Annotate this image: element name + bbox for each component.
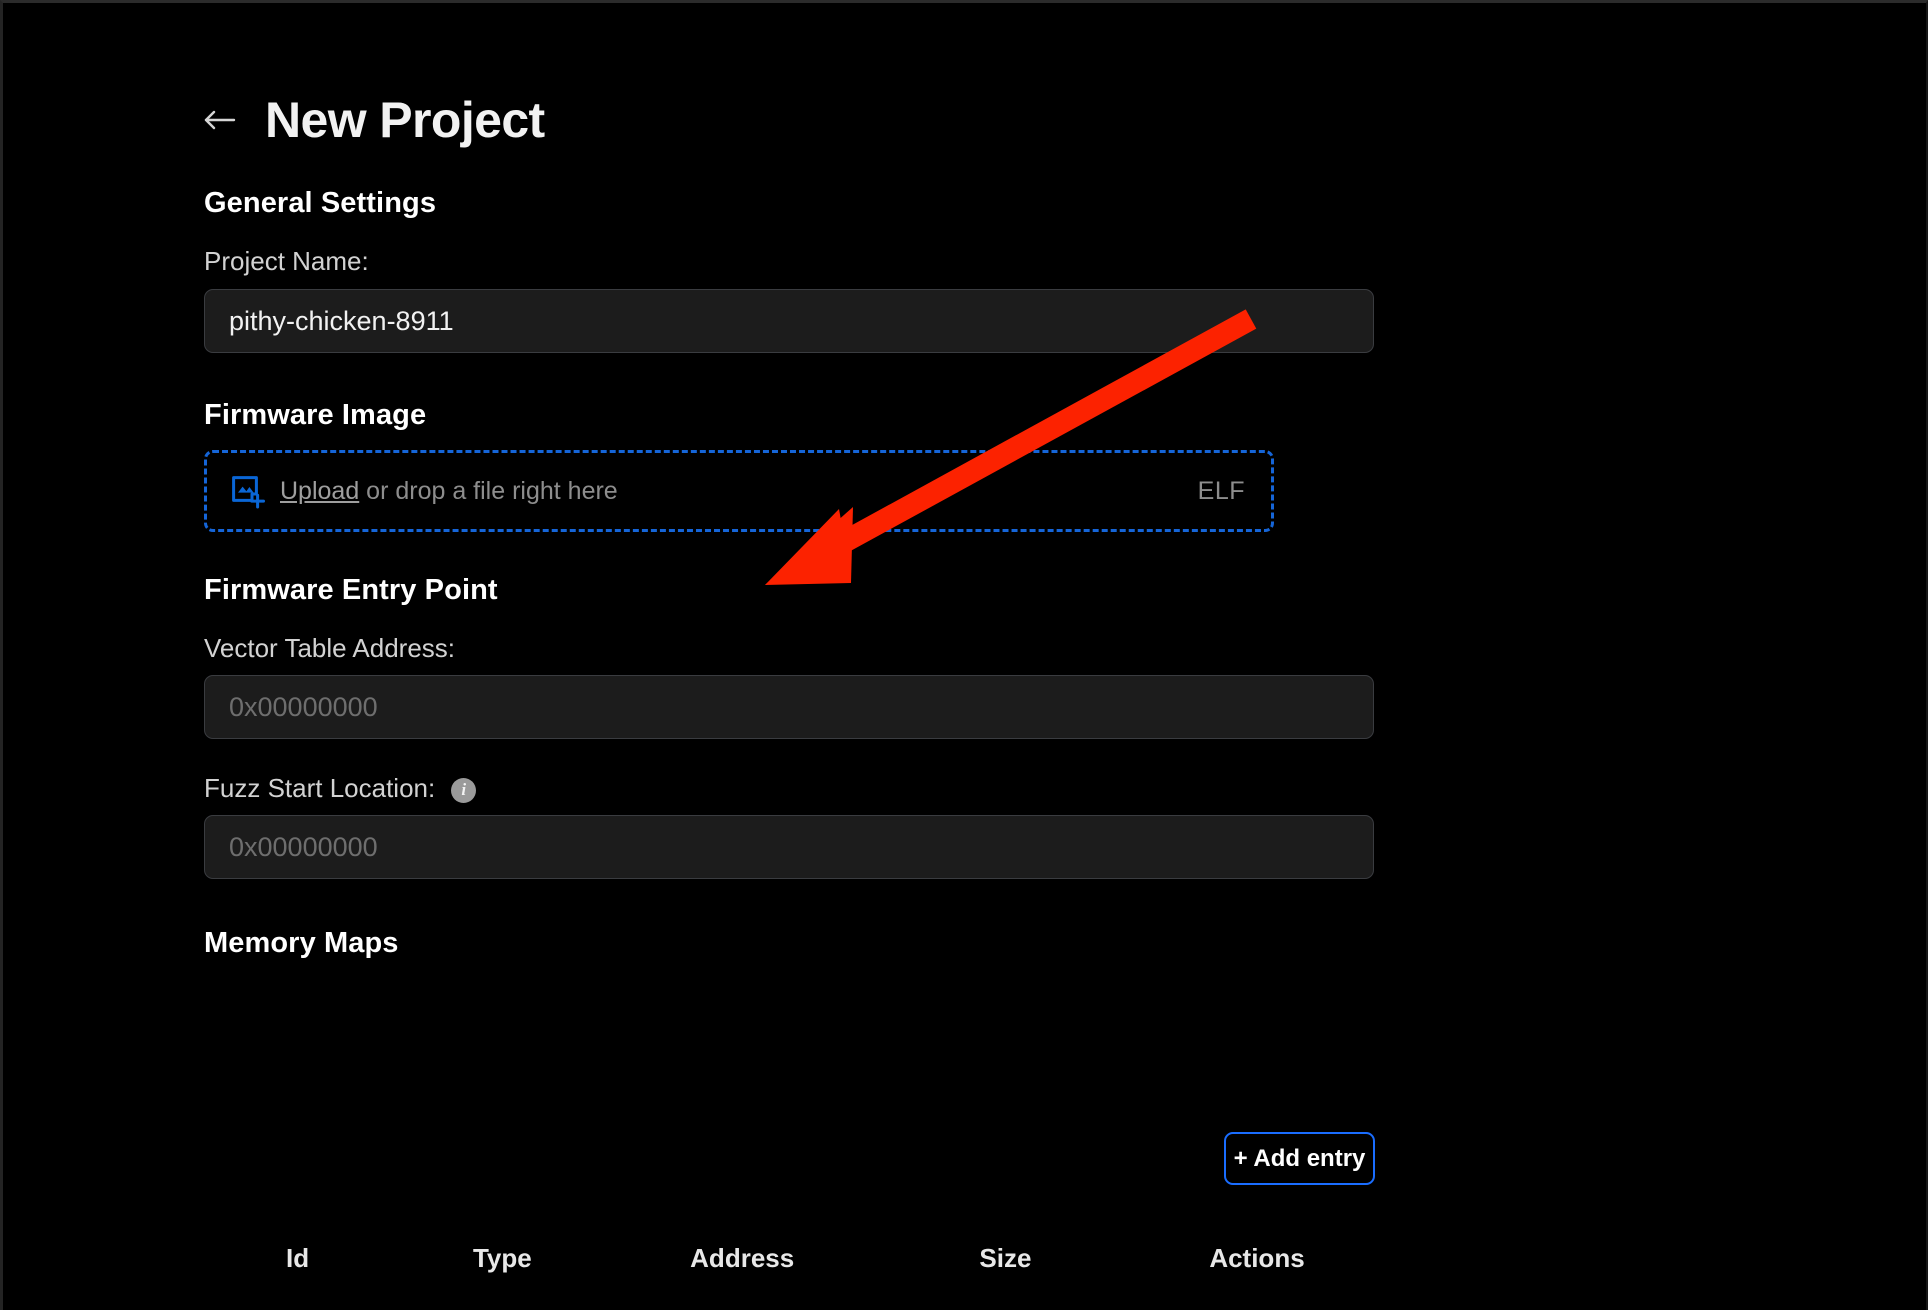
- new-project-page: New Project General Settings Project Nam…: [3, 3, 1926, 1310]
- column-header-address: Address: [690, 1243, 795, 1273]
- section-heading-general-settings: General Settings: [204, 187, 437, 219]
- project-name-label: Project Name:: [204, 246, 369, 276]
- column-header-actions: Actions: [1209, 1243, 1305, 1273]
- fuzz-start-location-label-text: Fuzz Start Location:: [204, 773, 436, 803]
- section-heading-memory-maps: Memory Maps: [204, 927, 399, 959]
- info-icon[interactable]: i: [451, 778, 477, 803]
- section-heading-firmware-entry-point: Firmware Entry Point: [204, 574, 498, 606]
- add-entry-button[interactable]: + Add entry: [1224, 1132, 1375, 1185]
- vector-table-address-label-text: Vector Table Address:: [204, 633, 456, 663]
- dropzone-hint: or drop a file right here: [359, 476, 618, 505]
- dropzone-text: Upload or drop a file right here: [280, 477, 618, 506]
- fuzz-start-location-input[interactable]: [204, 815, 1374, 879]
- section-heading-firmware-image: Firmware Image: [204, 399, 427, 431]
- table-header-row: Id Type Address Size Actions: [204, 1243, 1374, 1274]
- app-window: New Project General Settings Project Nam…: [0, 0, 1928, 1310]
- page-title: New Project: [265, 92, 545, 148]
- vector-table-address-input[interactable]: [204, 675, 1374, 739]
- memory-maps-table: Id Type Address Size Actions: [204, 1243, 1374, 1274]
- add-image-icon: [228, 472, 266, 510]
- upload-link[interactable]: Upload: [280, 477, 359, 505]
- dropzone-format-badge: ELF: [1197, 476, 1245, 505]
- column-header-type: Type: [472, 1243, 532, 1273]
- fuzz-start-location-label: Fuzz Start Location: i: [204, 773, 477, 804]
- page-header: New Project: [199, 95, 545, 145]
- column-header-id: Id: [286, 1243, 310, 1273]
- vector-table-address-label: Vector Table Address:: [204, 633, 455, 664]
- column-header-size: Size: [979, 1243, 1032, 1273]
- back-arrow-icon[interactable]: [199, 98, 239, 142]
- firmware-image-dropzone[interactable]: Upload or drop a file right here ELF: [204, 450, 1274, 532]
- project-name-input[interactable]: [204, 289, 1374, 353]
